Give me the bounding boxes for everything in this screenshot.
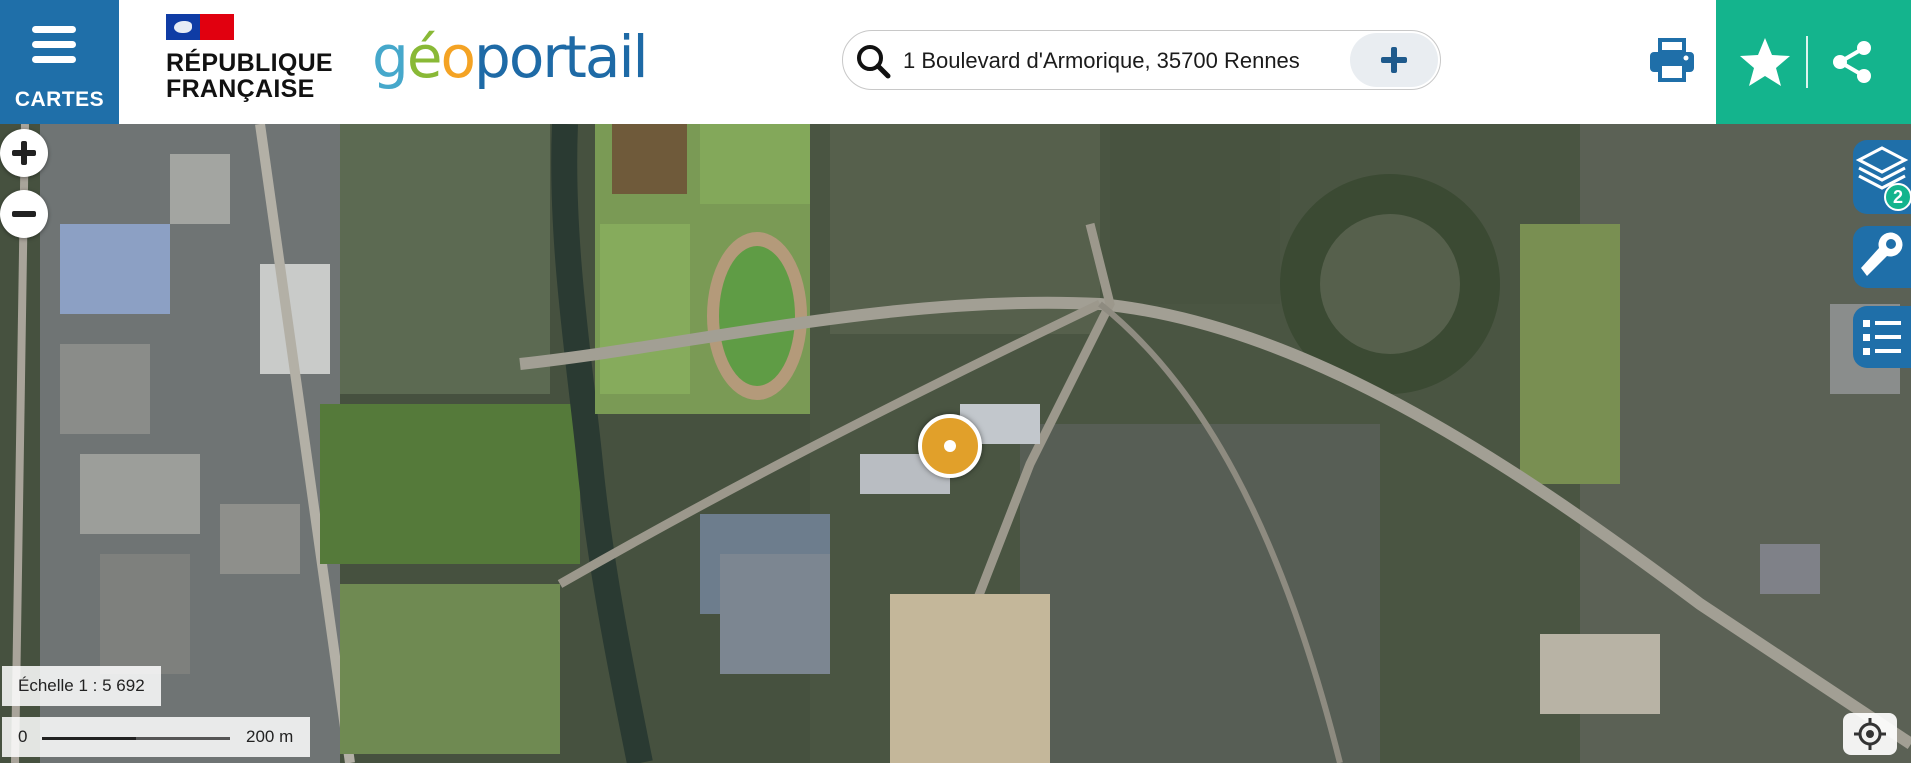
- scale-line: [42, 737, 230, 740]
- map-view[interactable]: 2 Échelle 1 : 5 692 0 200 m: [0, 124, 1911, 763]
- layers-button[interactable]: 2: [1853, 140, 1911, 214]
- crosshair-icon: [1854, 718, 1886, 750]
- search-input[interactable]: [903, 41, 1303, 81]
- search-add-button[interactable]: [1350, 33, 1438, 87]
- checklist-icon: [1863, 320, 1901, 355]
- search-icon[interactable]: [853, 41, 893, 81]
- printer-icon[interactable]: [1648, 36, 1696, 84]
- share-icon[interactable]: [1828, 38, 1876, 86]
- maps-menu-button[interactable]: CARTES: [0, 0, 119, 124]
- scale-max: 200 m: [246, 727, 294, 746]
- geoportail-logo[interactable]: géoportail: [372, 22, 649, 92]
- action-panel: [1716, 0, 1911, 124]
- scale-bar: 0 200 m: [2, 717, 310, 757]
- plus-icon: [12, 141, 36, 165]
- hamburger-menu-icon: [32, 26, 76, 64]
- marianne-flag-icon: [166, 14, 234, 40]
- zoom-out-button[interactable]: [0, 190, 48, 238]
- minus-icon: [12, 211, 36, 217]
- legend-button[interactable]: [1853, 306, 1911, 368]
- action-divider: [1806, 36, 1808, 88]
- geolocate-button[interactable]: [1843, 713, 1897, 755]
- republique-line-1: RÉPUBLIQUE: [166, 49, 333, 77]
- plus-icon: [1381, 47, 1407, 73]
- republique-francaise-logo: RÉPUBLIQUE FRANÇAISE: [166, 14, 336, 109]
- star-icon[interactable]: [1738, 36, 1792, 88]
- tools-button[interactable]: [1853, 226, 1911, 288]
- maps-menu-label: CARTES: [14, 88, 105, 111]
- address-search-bar: [842, 30, 1441, 90]
- top-header: CARTES RÉPUBLIQUE FRANÇAISE géoportail: [0, 0, 1911, 125]
- layer-count-badge: 2: [1884, 183, 1911, 211]
- wrench-icon: [1861, 232, 1903, 276]
- republique-line-2: FRANÇAISE: [166, 75, 315, 103]
- zoom-in-button[interactable]: [0, 129, 48, 177]
- location-marker[interactable]: [918, 414, 982, 478]
- scale-label: Échelle 1 : 5 692: [2, 666, 161, 706]
- scale-min: 0: [18, 727, 28, 746]
